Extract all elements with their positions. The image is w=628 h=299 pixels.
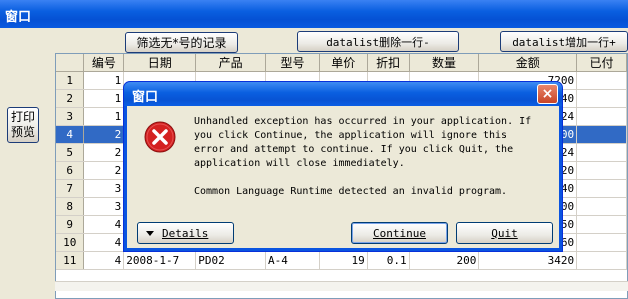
- row-header[interactable]: 1: [56, 71, 85, 90]
- table-cell[interactable]: [576, 251, 627, 270]
- table-cell[interactable]: 1: [83, 89, 125, 108]
- table-cell[interactable]: 4: [83, 215, 125, 234]
- add-row-button[interactable]: datalist增加一行+: [500, 31, 628, 52]
- column-header[interactable]: 金额: [478, 54, 578, 72]
- continue-button-label: Continue: [373, 226, 426, 240]
- table-cell[interactable]: [576, 179, 627, 198]
- column-header[interactable]: 折扣: [367, 54, 410, 72]
- grid-corner: [56, 54, 85, 72]
- close-icon[interactable]: ×: [537, 84, 558, 104]
- table-cell[interactable]: 3: [83, 197, 125, 216]
- row-header[interactable]: 4: [56, 125, 85, 144]
- table-cell[interactable]: 200: [409, 251, 480, 270]
- table-cell[interactable]: 4: [83, 233, 125, 252]
- table-cell[interactable]: 3420: [478, 251, 578, 270]
- details-button[interactable]: Details: [137, 222, 234, 244]
- table-cell[interactable]: [576, 233, 627, 252]
- continue-button[interactable]: Continue: [351, 222, 448, 244]
- table-cell[interactable]: PD02: [195, 251, 267, 270]
- table-cell[interactable]: 2: [83, 125, 125, 144]
- error-icon: [144, 121, 176, 153]
- row-header[interactable]: 7: [56, 179, 85, 198]
- table-cell[interactable]: 2: [83, 143, 125, 162]
- row-header[interactable]: 8: [56, 197, 85, 216]
- table-cell[interactable]: 1: [83, 107, 125, 126]
- table-cell[interactable]: [576, 197, 627, 216]
- row-header[interactable]: 10: [56, 233, 85, 252]
- error-message: Unhandled exception has occurred in your…: [194, 116, 532, 197]
- row-header[interactable]: 11: [56, 251, 85, 270]
- table-cell[interactable]: A-4: [265, 251, 320, 270]
- column-header[interactable]: 产品: [195, 54, 267, 72]
- details-button-label: Details: [162, 226, 209, 240]
- table-cell[interactable]: [576, 107, 627, 126]
- table-cell[interactable]: 19: [319, 251, 368, 270]
- dialog-body: Unhandled exception has occurred in your…: [127, 106, 559, 248]
- quit-button-label: Quit: [491, 226, 518, 240]
- row-header[interactable]: 5: [56, 143, 85, 162]
- grid-horizontal-scrollbar[interactable]: [55, 281, 628, 291]
- row-header[interactable]: 9: [56, 215, 85, 234]
- table-cell[interactable]: [576, 143, 627, 162]
- table-cell[interactable]: 2008-1-7: [123, 251, 197, 270]
- table-cell[interactable]: 4: [83, 251, 125, 270]
- table-cell[interactable]: [576, 125, 627, 144]
- table-cell[interactable]: [576, 89, 627, 108]
- table-cell[interactable]: [576, 71, 627, 90]
- column-header[interactable]: 型号: [265, 54, 320, 72]
- column-header[interactable]: 已付: [576, 54, 627, 72]
- table-cell[interactable]: 3: [83, 179, 125, 198]
- dialog-title: 窗口: [132, 90, 159, 105]
- dialog-titlebar: 窗口 ×: [124, 82, 562, 106]
- column-header[interactable]: 日期: [123, 54, 197, 72]
- main-window-title: 窗口: [0, 0, 628, 28]
- table-cell[interactable]: 0.1: [367, 251, 410, 270]
- table-row[interactable]: 11 4 2008-1-7 PD02 A-4 19 0.1 200 3420: [56, 251, 627, 270]
- column-header[interactable]: 编号: [83, 54, 125, 72]
- table-cell[interactable]: 1: [83, 71, 125, 90]
- table-cell[interactable]: [576, 215, 627, 234]
- column-header[interactable]: 单价: [319, 54, 368, 72]
- table-cell[interactable]: [576, 161, 627, 180]
- column-header[interactable]: 数量: [409, 54, 480, 72]
- delete-row-button[interactable]: datalist删除一行-: [297, 31, 459, 52]
- row-header[interactable]: 2: [56, 89, 85, 108]
- table-cell[interactable]: 2: [83, 161, 125, 180]
- row-header[interactable]: 6: [56, 161, 85, 180]
- row-header[interactable]: 3: [56, 107, 85, 126]
- filter-records-button[interactable]: 筛选无*号的记录: [125, 32, 238, 53]
- print-preview-button[interactable]: 打印预览: [7, 107, 39, 143]
- quit-button[interactable]: Quit: [456, 222, 553, 244]
- chevron-down-icon: [146, 230, 154, 236]
- error-dialog: 窗口 × Unhandled exception has occurred in…: [123, 81, 563, 252]
